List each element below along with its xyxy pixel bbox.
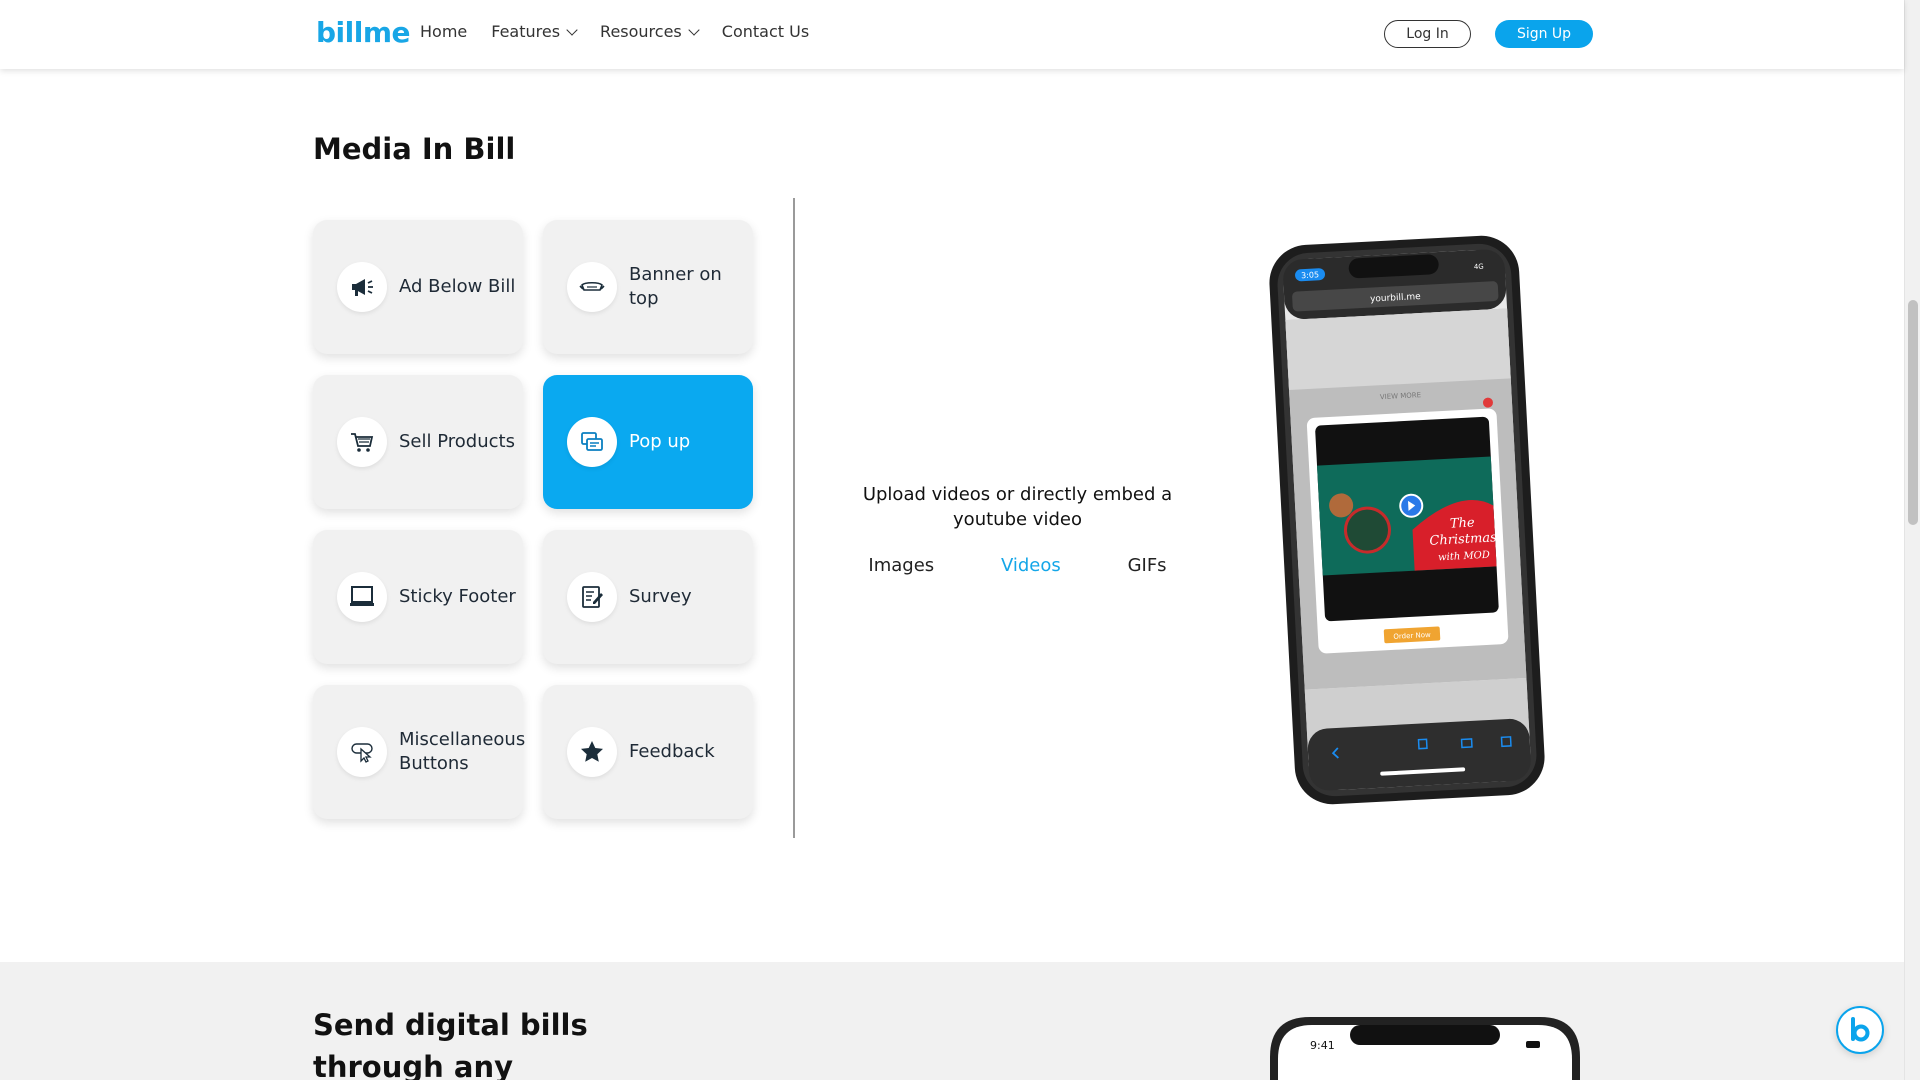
phone2-time: 9:41 <box>1310 1039 1335 1052</box>
megaphone-icon <box>337 262 387 312</box>
chat-logo-icon <box>1851 1017 1870 1042</box>
chevron-down-icon <box>566 23 578 36</box>
card-feedback[interactable]: Feedback <box>543 685 753 819</box>
star-icon <box>567 727 617 777</box>
card-label: Ad Below Bill <box>399 276 516 297</box>
card-sticky-footer[interactable]: Sticky Footer <box>313 530 523 664</box>
survey-icon <box>567 572 617 622</box>
signup-button[interactable]: Sign Up <box>1495 20 1593 48</box>
nav-contact[interactable]: Contact Us <box>722 22 809 41</box>
card-label: Sticky Footer <box>399 586 516 607</box>
card-ad-below-bill[interactable]: Ad Below Bill <box>313 220 523 354</box>
popup-icon <box>567 417 617 467</box>
tab-gifs[interactable]: GIFs <box>1128 555 1167 576</box>
nav-contact-label: Contact Us <box>721 22 810 41</box>
promo-line-1: The <box>1450 515 1476 531</box>
card-banner-on-top[interactable]: Banner on top <box>543 220 753 354</box>
chevron-down-icon <box>688 23 700 36</box>
card-survey[interactable]: Survey <box>543 530 753 664</box>
phone-mockup: 3:05 4G yourbill.me VIEW MORE The Christ… <box>1262 230 1552 810</box>
media-description: Upload videos or directly embed a youtub… <box>862 484 1173 530</box>
nav-home-label: Home <box>420 22 468 41</box>
billme-logo[interactable]: billme <box>316 16 411 49</box>
banner-icon <box>567 262 617 312</box>
channels-title: Send digital bills through any channel <box>313 1008 588 1080</box>
tab-images[interactable]: Images <box>868 555 934 576</box>
phone-mockup-2: 9:41 <box>1270 1017 1580 1080</box>
section-title: Media In Bill <box>313 132 516 166</box>
card-miscellaneous-buttons[interactable]: Miscellaneous Buttons <box>313 685 526 819</box>
card-pop-up[interactable]: Pop up <box>543 375 753 509</box>
phone-time: 3:05 <box>1301 270 1319 280</box>
nav-home[interactable]: Home <box>420 22 467 41</box>
scrollbar-thumb[interactable] <box>1908 300 1918 525</box>
card-label: Sell Products <box>399 431 515 452</box>
laptop-icon <box>337 572 387 622</box>
page-scrollbar[interactable] <box>1904 0 1920 1080</box>
media-type-tabs: Images Videos GIFs <box>835 555 1200 576</box>
top-navbar: billme Home Features Resources Contact U… <box>0 0 1904 69</box>
cart-icon <box>337 417 387 467</box>
pointer-icon <box>337 727 387 777</box>
card-label: Survey <box>629 586 692 607</box>
login-button[interactable]: Log In <box>1384 20 1471 48</box>
vertical-divider <box>793 198 795 838</box>
nav-features[interactable]: Features <box>491 22 578 41</box>
phone-network: 4G <box>1474 263 1484 272</box>
card-label: Pop up <box>629 431 691 452</box>
card-label: Banner on top <box>629 264 722 309</box>
card-label: Miscellaneous Buttons <box>399 729 526 774</box>
channels-section <box>0 962 1904 1080</box>
card-sell-products[interactable]: Sell Products <box>313 375 523 509</box>
card-label: Feedback <box>629 741 715 762</box>
chat-launcher-button[interactable] <box>1836 1006 1884 1054</box>
main-nav: Home Features Resources Contact Us <box>420 22 809 41</box>
tab-videos[interactable]: Videos <box>1001 555 1061 576</box>
nav-resources-label: Resources <box>600 22 682 41</box>
nav-resources[interactable]: Resources <box>600 22 700 41</box>
nav-features-label: Features <box>491 22 561 41</box>
